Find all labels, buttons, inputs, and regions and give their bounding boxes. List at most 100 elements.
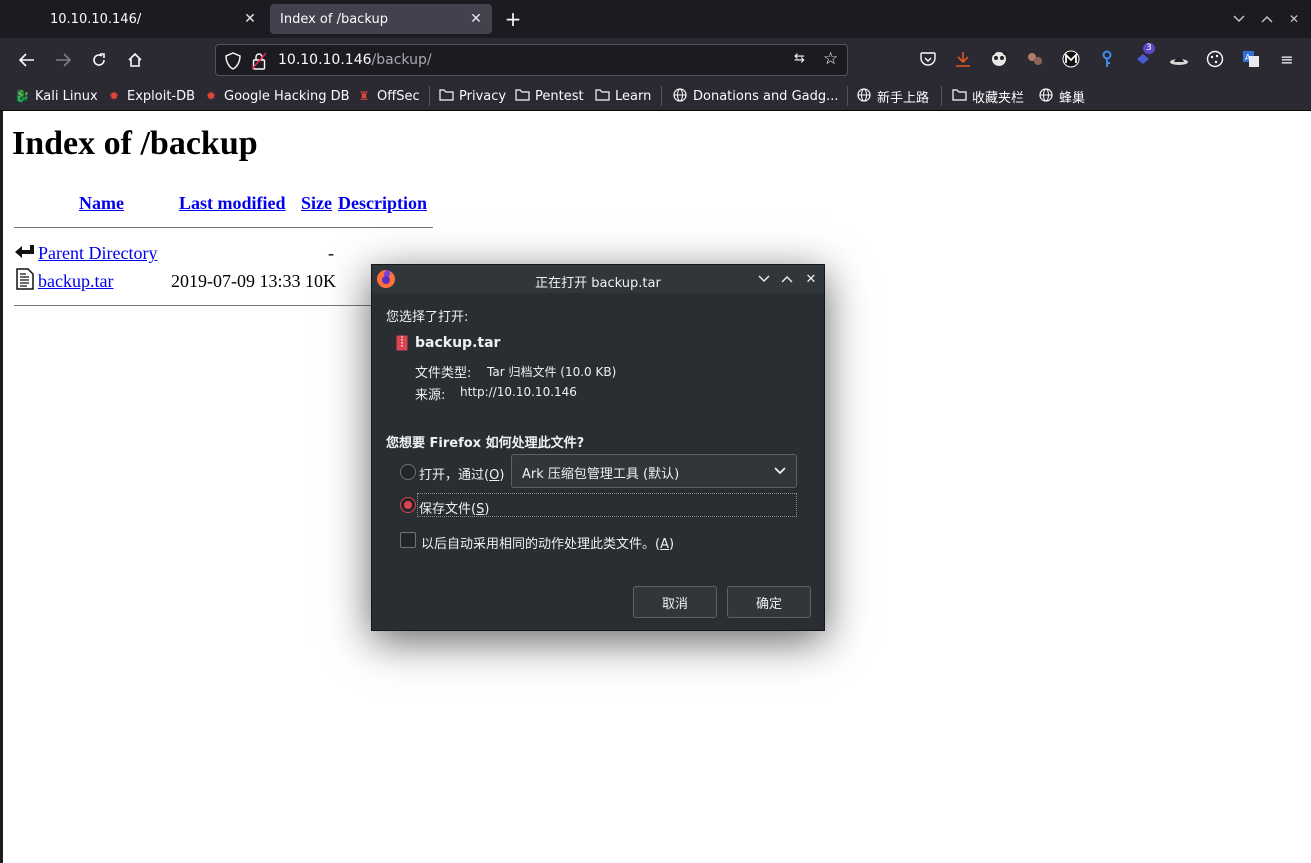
dialog-titlebar[interactable]: 正在打开 backup.tar ✕ (372, 265, 824, 293)
tab-label: Index of /backup (280, 11, 388, 27)
extension-cookie-editor-icon[interactable] (1205, 49, 1225, 69)
bookmark-separator (429, 86, 430, 106)
extension-foxyproxy-icon[interactable]: 3 (1133, 43, 1155, 69)
bookmark-exploit-db[interactable]: ✹ Exploit-DB (106, 86, 195, 106)
navigation-toolbar: 10.10.10.146/backup/ ⇆ ☆ 3 A ≡ (0, 38, 1311, 80)
reload-icon (93, 53, 105, 66)
column-header-last-modified[interactable]: Last modified (179, 193, 286, 214)
bookmark-label: OffSec (377, 88, 420, 104)
reload-button[interactable] (84, 45, 114, 75)
url-text: 10.10.10.146/backup/ (278, 52, 432, 68)
bug-icon: ✹ (108, 89, 120, 103)
page-title: Index of /backup (12, 125, 258, 162)
bookmark-getting-started[interactable]: 新手上路 (856, 86, 929, 106)
row-size: 10K (305, 271, 336, 291)
new-tab-button[interactable]: + (500, 7, 526, 31)
extension-panda-icon[interactable] (989, 49, 1009, 69)
archive-file-icon (396, 335, 408, 351)
open-with-radio[interactable] (400, 464, 416, 480)
close-icon[interactable]: ✕ (238, 7, 262, 31)
tab-home[interactable]: 10.10.10.146/ ✕ (40, 4, 266, 34)
column-header-name[interactable]: Name (79, 193, 124, 214)
bookmark-folder-favorites[interactable]: 收藏夹栏 (951, 86, 1024, 106)
bookmark-kali-linux[interactable]: 🐉 Kali Linux (14, 86, 98, 106)
tab-label: 10.10.10.146/ (50, 11, 142, 27)
bookmark-folder-pentest[interactable]: Pentest (514, 86, 584, 106)
downloads-icon[interactable] (953, 49, 973, 69)
forward-button[interactable] (48, 45, 78, 75)
bookmark-label: Donations and Gadg... (693, 88, 839, 104)
extension-hat-icon[interactable] (1169, 49, 1189, 69)
folder-icon (438, 88, 454, 104)
remember-choice-label[interactable]: 以后自动采用相同的动作处理此类文件。(A) (421, 533, 674, 552)
ok-button[interactable]: 确定 (727, 586, 811, 618)
dialog-filename: backup.tar (415, 335, 501, 351)
open-with-label[interactable]: 打开，通过(O) (419, 464, 504, 483)
table-row: Parent Directory (38, 243, 157, 264)
remember-accesskey: A (660, 537, 669, 552)
pocket-icon[interactable] (918, 49, 938, 69)
home-button[interactable] (120, 45, 150, 75)
chevron-up-icon[interactable] (1256, 8, 1278, 30)
save-file-text: 保存文件 (419, 502, 472, 517)
parent-directory-link[interactable]: Parent Directory (38, 243, 157, 263)
extension-m-icon[interactable] (1061, 49, 1081, 69)
column-header-description[interactable]: Description (338, 193, 427, 214)
open-file-dialog: 正在打开 backup.tar ✕ 您选择了打开: backup.tar 文件类… (371, 264, 825, 631)
bug-icon: ✹ (205, 89, 217, 103)
file-source-value: http://10.10.10.146 (460, 385, 577, 399)
translate-icon[interactable]: ⇆ (794, 51, 814, 69)
bookmark-label: Learn (615, 88, 652, 104)
file-source-label: 来源: (415, 388, 446, 403)
svg-text:A: A (1245, 53, 1251, 62)
close-icon[interactable]: ✕ (464, 7, 488, 31)
bookmark-folder-privacy[interactable]: Privacy (438, 86, 506, 106)
bookmarks-toolbar: 🐉 Kali Linux ✹ Exploit-DB ✹ Google Hacking … (0, 80, 1311, 111)
shield-icon[interactable] (225, 52, 241, 70)
bookmark-hive[interactable]: 蜂巢 (1038, 86, 1085, 106)
arrow-right-icon (56, 53, 71, 67)
hamburger-menu-icon[interactable]: ≡ (1277, 49, 1297, 69)
offsec-icon: ♜ (358, 89, 370, 103)
backup-tar-link[interactable]: backup.tar (38, 271, 113, 291)
url-bar[interactable]: 10.10.10.146/backup/ ⇆ ☆ (215, 44, 848, 76)
tab-index-backup[interactable]: Index of /backup ✕ (270, 4, 492, 34)
dialog-intro: 您选择了打开: (386, 310, 469, 325)
bookmark-folder-learn[interactable]: Learn (594, 86, 651, 106)
bookmark-label: Privacy (459, 88, 507, 104)
bookmark-label: Google Hacking DB (224, 88, 350, 104)
bookmark-label: 新手上路 (877, 90, 930, 106)
bookmark-offsec[interactable]: ♜ OffSec (356, 86, 420, 106)
save-file-label[interactable]: 保存文件(S) (419, 498, 489, 517)
bookmark-donations[interactable]: Donations and Gadg... (672, 86, 839, 106)
save-file-radio[interactable] (400, 497, 416, 513)
divider (14, 227, 433, 228)
minimize-icon[interactable] (756, 271, 772, 287)
insecure-lock-icon[interactable] (252, 52, 266, 70)
open-with-app-select[interactable]: Ark 压缩包管理工具 (默认) (511, 454, 797, 488)
remember-choice-checkbox[interactable] (400, 532, 416, 548)
url-path: /backup/ (371, 52, 432, 68)
bookmark-google-hacking-db[interactable]: ✹ Google Hacking DB (203, 86, 350, 106)
extension-cookie-icon[interactable] (1025, 49, 1045, 69)
arrow-left-icon (19, 53, 34, 67)
extension-translate-icon[interactable]: A (1241, 49, 1261, 69)
back-button[interactable] (12, 45, 42, 75)
column-header-size[interactable]: Size (301, 193, 332, 214)
extension-key-icon[interactable] (1097, 49, 1117, 69)
chevron-down-icon[interactable] (1228, 8, 1250, 30)
bookmark-label: Pentest (535, 88, 584, 104)
row-size: - (328, 243, 334, 263)
bookmark-star-icon[interactable]: ☆ (823, 49, 843, 69)
dialog-question: 您想要 Firefox 如何处理此文件? (386, 436, 585, 451)
cancel-button[interactable]: 取消 (633, 586, 717, 618)
bookmark-label: 蜂巢 (1059, 90, 1086, 106)
open-with-accesskey: O (489, 468, 500, 483)
home-icon (128, 52, 142, 67)
folder-icon (514, 88, 530, 104)
maximize-icon[interactable] (779, 271, 795, 287)
file-type-value: Tar 归档文件 (10.0 KB) (487, 365, 617, 379)
close-icon[interactable]: ✕ (803, 271, 819, 287)
open-with-app-value: Ark 压缩包管理工具 (默认) (522, 467, 680, 482)
close-icon[interactable]: ✕ (1283, 8, 1305, 30)
